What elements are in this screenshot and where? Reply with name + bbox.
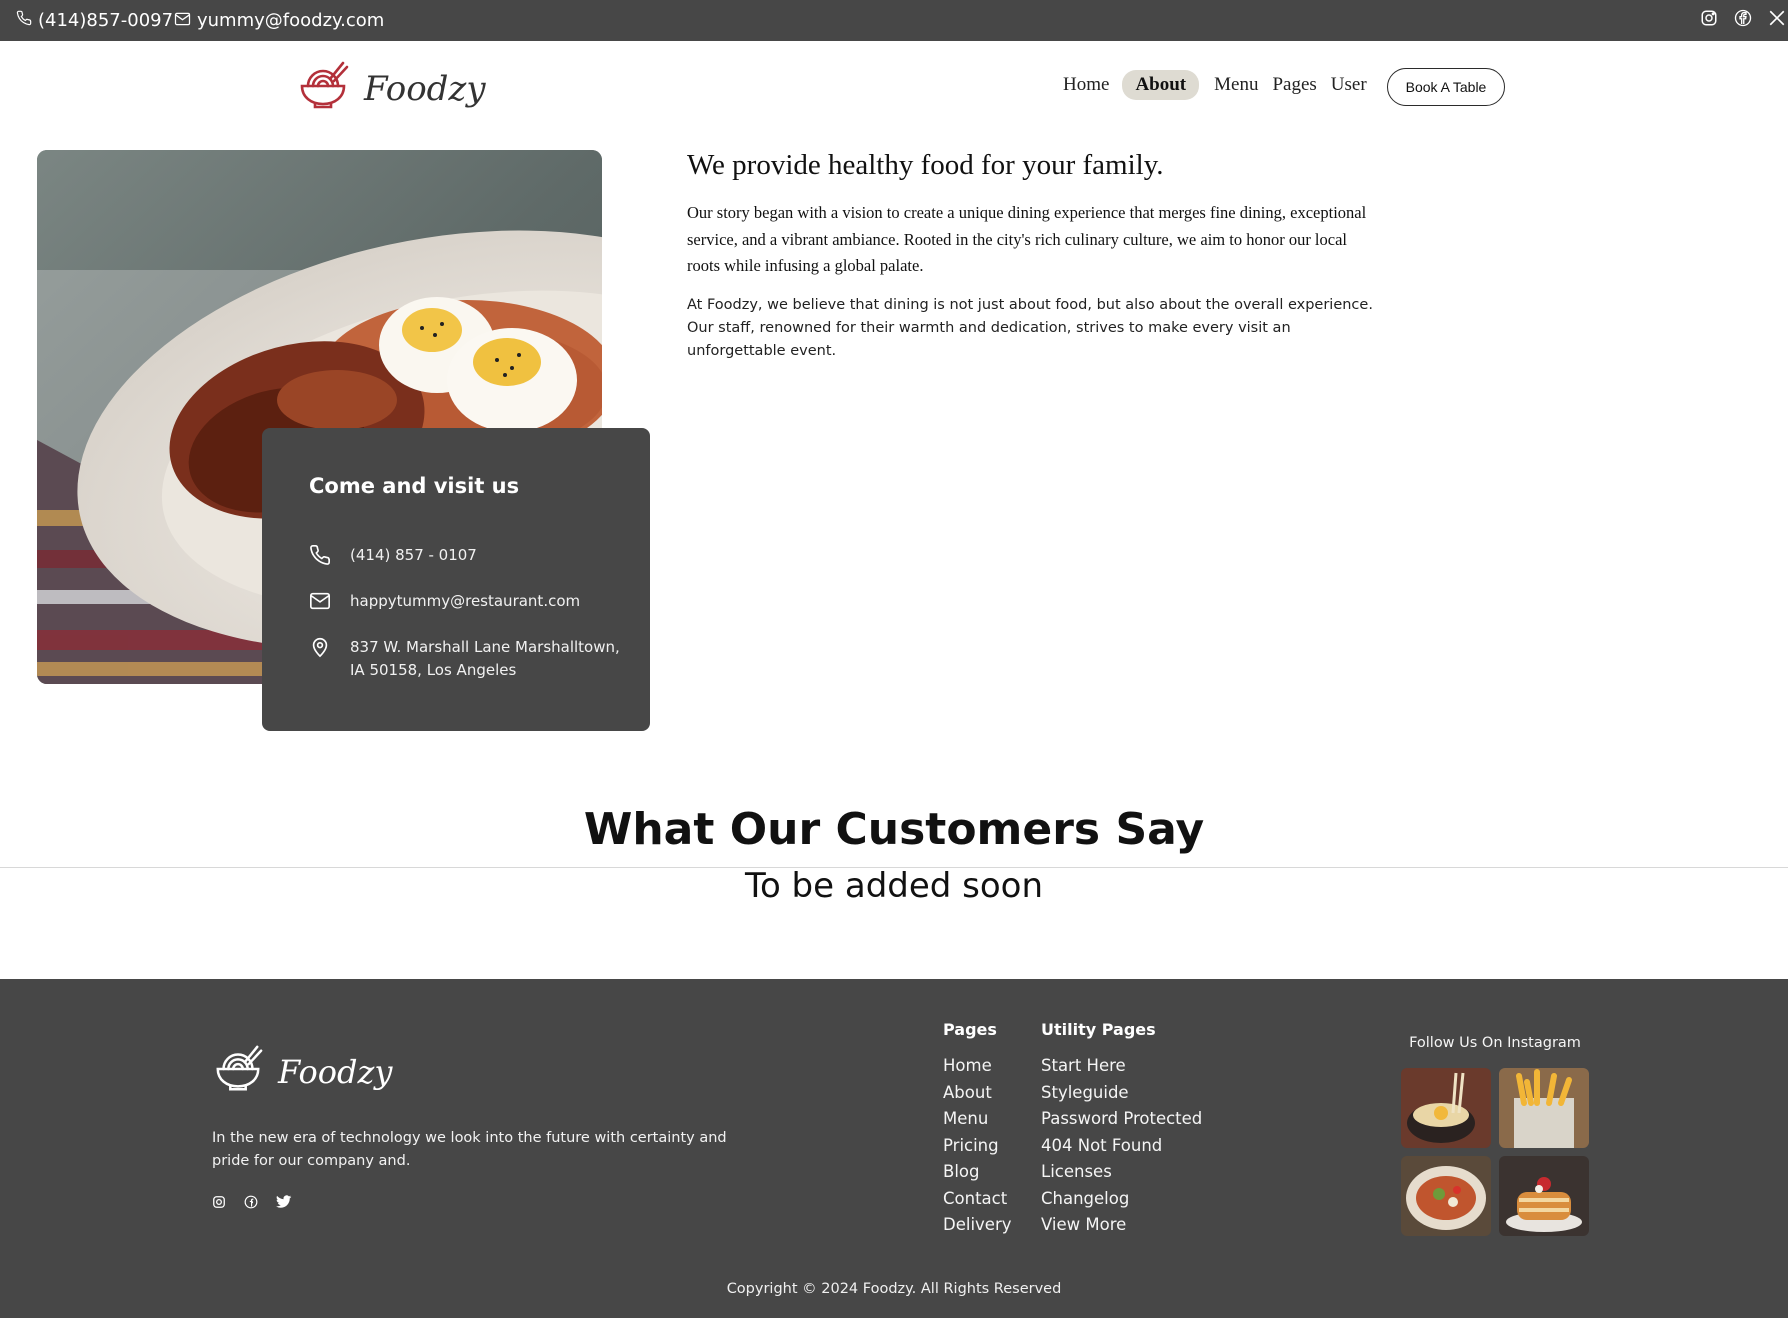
- footer-link-menu[interactable]: Menu: [943, 1106, 1012, 1133]
- footer-description: In the new era of technology we look int…: [212, 1130, 727, 1169]
- testimonials-subtitle: To be added soon: [744, 866, 1044, 906]
- top-bar: (414)857-0097 yummy@foodzy.com: [0, 0, 1788, 41]
- instagram-photo-pancakes[interactable]: [1499, 1156, 1589, 1236]
- testimonials-title: What Our Customers Say: [583, 804, 1205, 855]
- topbar-email-text: yummy@foodzy.com: [197, 10, 385, 31]
- instagram-icon[interactable]: [1700, 9, 1718, 32]
- nav-pages[interactable]: Pages: [1265, 70, 1323, 100]
- footer-link-404[interactable]: 404 Not Found: [1041, 1133, 1202, 1160]
- about-paragraph-2: At Foodzy, we believe that dining is not…: [687, 297, 1373, 359]
- footer-social: [212, 1195, 310, 1214]
- visit-address-text: 837 W. Marshall Lane Marshalltown, IA 50…: [350, 636, 620, 682]
- nav-menu[interactable]: Menu: [1199, 70, 1265, 100]
- instagram-title: Follow Us On Instagram: [1409, 1035, 1581, 1051]
- footer-link-home[interactable]: Home: [943, 1053, 1012, 1080]
- footer-link-start-here[interactable]: Start Here: [1041, 1053, 1202, 1080]
- bowl-logo-icon: [296, 59, 350, 118]
- x-icon[interactable]: [1768, 9, 1786, 32]
- about-title: We provide healthy food for your family.: [687, 149, 1164, 181]
- footer-link-delivery[interactable]: Delivery: [943, 1212, 1012, 1239]
- main-nav: Home About Menu Pages User: [1059, 70, 1380, 100]
- site-footer: Foodzy In the new era of technology we l…: [0, 979, 1788, 1318]
- instagram-photo-noodles[interactable]: [1401, 1068, 1491, 1148]
- site-header: Foodzy Home About Menu Pages User Book A…: [0, 41, 1788, 141]
- phone-icon: [309, 544, 331, 566]
- book-table-button[interactable]: Book A Table: [1387, 68, 1505, 106]
- footer-link-password-protected[interactable]: Password Protected: [1041, 1106, 1202, 1133]
- footer-pages-title: Pages: [943, 1020, 997, 1039]
- footer-pages-column: Pages Home About Menu Pricing Blog Conta…: [943, 1020, 1012, 1239]
- nav-home[interactable]: Home: [1059, 70, 1122, 100]
- footer-link-licenses[interactable]: Licenses: [1041, 1159, 1202, 1186]
- visit-address: 837 W. Marshall Lane Marshalltown, IA 50…: [309, 636, 620, 682]
- visit-title: Come and visit us: [309, 474, 520, 498]
- instagram-photo-fries[interactable]: [1499, 1068, 1589, 1148]
- visit-phone-text: (414) 857 - 0107: [350, 546, 477, 564]
- mail-icon: [174, 10, 197, 31]
- topbar-email[interactable]: yummy@foodzy.com: [174, 0, 384, 41]
- footer-link-about[interactable]: About: [943, 1080, 1012, 1107]
- instagram-photo-salad[interactable]: [1401, 1156, 1491, 1236]
- visit-phone[interactable]: (414) 857 - 0107: [309, 544, 477, 567]
- nav-user[interactable]: User: [1324, 70, 1380, 100]
- mail-icon: [309, 590, 331, 612]
- visit-us-card: Come and visit us (414) 857 - 0107 happy…: [262, 428, 650, 731]
- copyright-text: Copyright © 2024 Foodzy. All Rights Rese…: [726, 1281, 1062, 1297]
- instagram-grid: [1401, 1068, 1589, 1236]
- brand-logo[interactable]: Foodzy: [296, 59, 486, 118]
- footer-brand-logo[interactable]: Foodzy: [212, 1043, 392, 1100]
- footer-link-view-more[interactable]: View More: [1041, 1212, 1202, 1239]
- footer-brand-name: Foodzy: [278, 1052, 393, 1091]
- brand-name: Foodzy: [364, 68, 486, 109]
- about-paragraph-1: Our story began with a vision to create …: [687, 203, 1367, 275]
- twitter-icon[interactable]: [276, 1195, 292, 1214]
- address-line-2: IA 50158, Los Angeles: [350, 661, 517, 679]
- visit-email[interactable]: happytummy@restaurant.com: [309, 590, 580, 613]
- footer-link-blog[interactable]: Blog: [943, 1159, 1012, 1186]
- instagram-icon[interactable]: [212, 1195, 226, 1214]
- topbar-phone[interactable]: (414)857-0097: [16, 0, 173, 41]
- footer-utility-title: Utility Pages: [1041, 1020, 1156, 1039]
- footer-link-contact[interactable]: Contact: [943, 1186, 1012, 1213]
- topbar-phone-text: (414)857-0097: [38, 10, 174, 31]
- visit-email-text: happytummy@restaurant.com: [350, 592, 581, 610]
- phone-icon: [16, 10, 38, 31]
- footer-link-pricing[interactable]: Pricing: [943, 1133, 1012, 1160]
- bowl-logo-icon: [212, 1043, 264, 1100]
- footer-utility-column: Utility Pages Start Here Styleguide Pass…: [1041, 1020, 1202, 1239]
- facebook-icon[interactable]: [1734, 9, 1752, 32]
- address-line-1: 837 W. Marshall Lane Marshalltown,: [350, 638, 620, 656]
- facebook-icon[interactable]: [244, 1195, 258, 1214]
- topbar-social: [1668, 0, 1788, 41]
- footer-link-styleguide[interactable]: Styleguide: [1041, 1080, 1202, 1107]
- nav-about[interactable]: About: [1122, 70, 1200, 100]
- footer-link-changelog[interactable]: Changelog: [1041, 1186, 1202, 1213]
- location-pin-icon: [309, 636, 331, 658]
